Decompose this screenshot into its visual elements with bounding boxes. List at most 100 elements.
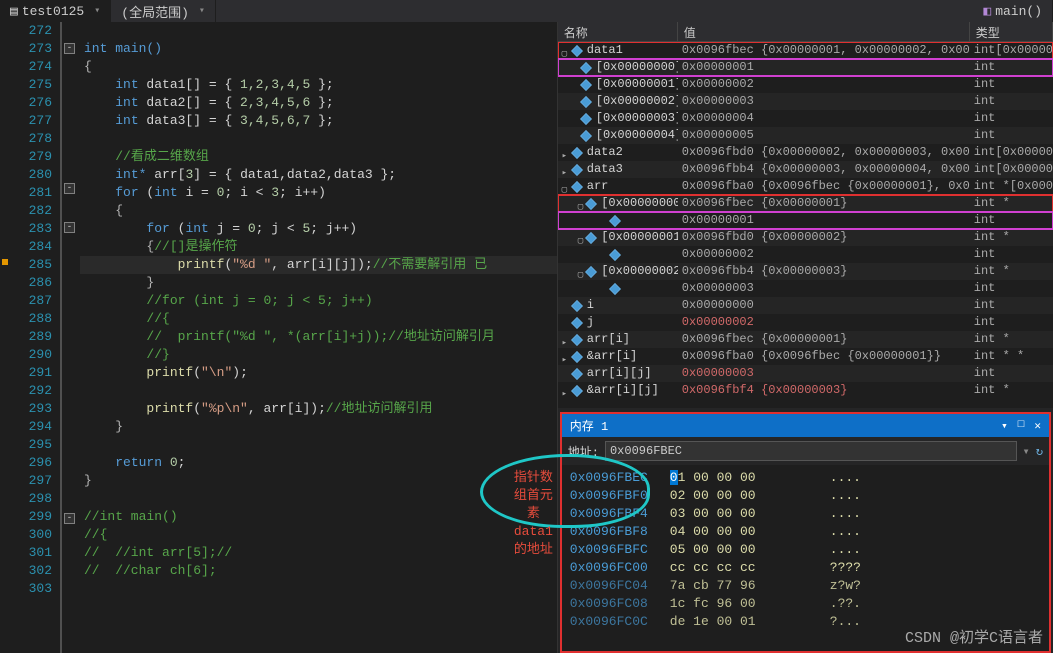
watch-row[interactable]: [0x00000000]0x00000001int xyxy=(558,59,1053,76)
expander-icon[interactable] xyxy=(598,250,607,259)
watch-row[interactable]: ▸data20x0096fbd0 {0x00000002, 0x00000003… xyxy=(558,144,1053,161)
var-type: int * xyxy=(970,195,1053,212)
watch-row[interactable]: ▸arr[i]0x0096fbec {0x00000001}int * xyxy=(558,331,1053,348)
var-name: [0x00000003] xyxy=(596,110,678,127)
mem-addr: 0x0096FBEC xyxy=(570,469,670,487)
var-value: 0x00000001 xyxy=(678,212,970,229)
fold-toggle[interactable]: - xyxy=(64,183,75,194)
expander-icon[interactable] xyxy=(560,369,569,378)
watch-row[interactable]: ▢[0x00000000]0x0096fbec {0x00000001}int … xyxy=(558,195,1053,212)
watch-row[interactable]: 0x00000001int xyxy=(558,212,1053,229)
memory-body[interactable]: 0x0096FBEC 01 00 00 00 ....0x0096FBF0 02… xyxy=(562,465,1049,635)
code-area[interactable]: int main() { int data1[] = { 1,2,3,4,5 }… xyxy=(80,22,557,653)
fold-toggle[interactable]: - xyxy=(64,222,75,233)
memory-line[interactable]: 0x0096FBF4 03 00 00 00 .... xyxy=(570,505,1041,523)
watch-row[interactable]: [0x00000001]0x00000002int xyxy=(558,76,1053,93)
watch-col-value[interactable]: 值 xyxy=(678,22,970,41)
variable-icon xyxy=(571,147,583,159)
window-maximize-icon[interactable]: □ xyxy=(1018,419,1025,433)
tab-scope-label: (全局范围) xyxy=(121,2,189,21)
fold-toggle[interactable]: - xyxy=(64,43,75,54)
watch-row[interactable]: ▢data10x0096fbec {0x00000001, 0x00000002… xyxy=(558,42,1053,59)
fold-gutter: - - - - xyxy=(62,22,80,653)
breakpoint-icon[interactable] xyxy=(2,259,8,265)
var-type: int xyxy=(970,93,1053,110)
watch-row[interactable]: arr[i][j]0x00000003int xyxy=(558,365,1053,382)
watch-row[interactable]: 0x00000002int xyxy=(558,246,1053,263)
mem-ascii: .??. xyxy=(830,595,861,613)
expander-icon[interactable]: ▸ xyxy=(560,335,569,344)
var-type: int * xyxy=(970,229,1053,246)
chevron-down-icon[interactable]: ▾ xyxy=(199,5,205,17)
variable-icon xyxy=(609,215,621,227)
memory-line[interactable]: 0x0096FBF0 02 00 00 00 .... xyxy=(570,487,1041,505)
tab-scope[interactable]: (全局范围) ▾ xyxy=(111,0,216,22)
memory-line[interactable]: 0x0096FBFC 05 00 00 00 .... xyxy=(570,541,1041,559)
expander-icon[interactable]: ▢ xyxy=(578,233,583,242)
watch-row[interactable]: ▢[0x00000001]0x0096fbd0 {0x00000002}int … xyxy=(558,229,1053,246)
var-type: int xyxy=(970,297,1053,314)
refresh-icon[interactable]: ↻ xyxy=(1036,444,1043,459)
watch-row[interactable]: [0x00000002]0x00000003int xyxy=(558,93,1053,110)
expander-icon[interactable]: ▸ xyxy=(560,352,569,361)
watch-col-type[interactable]: 类型 xyxy=(970,22,1053,41)
memory-line[interactable]: 0x0096FC08 1c fc 96 00 .??. xyxy=(570,595,1041,613)
expander-icon[interactable]: ▢ xyxy=(560,46,569,55)
mem-ascii: .... xyxy=(830,469,861,487)
expander-icon[interactable] xyxy=(598,216,607,225)
expander-icon[interactable]: ▢ xyxy=(578,267,583,276)
window-close-icon[interactable]: ✕ xyxy=(1034,419,1041,433)
function-icon: ◧ xyxy=(983,4,991,19)
watch-row[interactable]: ▸&arr[i]0x0096fba0 {0x0096fbec {0x000000… xyxy=(558,348,1053,365)
expander-icon[interactable]: ▸ xyxy=(560,386,569,395)
expander-icon[interactable] xyxy=(598,284,607,293)
watch-row[interactable]: i0x00000000int xyxy=(558,297,1053,314)
memory-line[interactable]: 0x0096FBF8 04 00 00 00 .... xyxy=(570,523,1041,541)
watch-row[interactable]: j0x00000002int xyxy=(558,314,1053,331)
watch-row[interactable]: [0x00000004]0x00000005int xyxy=(558,127,1053,144)
memory-line[interactable]: 0x0096FC0C de 1e 00 01 ?... xyxy=(570,613,1041,631)
dropdown-icon[interactable]: ▾ xyxy=(1023,444,1030,459)
var-value: 0x0096fbd0 {0x00000002, 0x00000003, 0x00… xyxy=(678,144,970,161)
memory-addr-input[interactable] xyxy=(605,441,1017,461)
tab-file[interactable]: ▤test0125▾ xyxy=(0,0,111,22)
expander-icon[interactable]: ▸ xyxy=(560,165,569,174)
expander-icon[interactable] xyxy=(560,318,569,327)
var-value: 0x00000003 xyxy=(678,365,970,382)
var-name: arr[i] xyxy=(587,331,630,348)
fold-toggle[interactable]: - xyxy=(64,513,75,524)
var-type: int xyxy=(970,59,1053,76)
watch-row[interactable]: ▢arr0x0096fba0 {0x0096fbec {0x00000001},… xyxy=(558,178,1053,195)
top-tab-bar: ▤test0125▾ (全局范围) ▾ ◧main() xyxy=(0,0,1053,22)
watch-row[interactable]: ▢[0x00000002]0x0096fbb4 {0x00000003}int … xyxy=(558,263,1053,280)
memory-line[interactable]: 0x0096FC04 7a cb 77 96 z?w? xyxy=(570,577,1041,595)
watch-row[interactable]: ▸&arr[i][j]0x0096fbf4 {0x00000003}int * xyxy=(558,382,1053,399)
tab-func[interactable]: ◧main() xyxy=(973,0,1053,22)
mem-bytes: 1c fc 96 00 xyxy=(670,595,830,613)
var-type: int * * xyxy=(970,348,1053,365)
var-type: int[0x00000 xyxy=(970,161,1053,178)
var-name: [0x00000002] xyxy=(596,93,678,110)
window-dropdown-icon[interactable]: ▾ xyxy=(1001,419,1008,433)
expander-icon[interactable]: ▢ xyxy=(560,182,569,191)
var-name: [0x00000000] xyxy=(601,195,678,212)
mem-addr: 0x0096FC04 xyxy=(570,577,670,595)
memory-line[interactable]: 0x0096FBEC 01 00 00 00 .... xyxy=(570,469,1041,487)
watch-row[interactable]: 0x00000003int xyxy=(558,280,1053,297)
mem-addr: 0x0096FBF8 xyxy=(570,523,670,541)
expander-icon[interactable] xyxy=(560,301,569,310)
var-value: 0x00000003 xyxy=(678,93,970,110)
chevron-down-icon[interactable]: ▾ xyxy=(94,5,100,17)
mem-bytes: de 1e 00 01 xyxy=(670,613,830,631)
memory-title-bar[interactable]: 内存 1 ▾□✕ xyxy=(562,414,1049,437)
watch-panel[interactable]: ▢data10x0096fbec {0x00000001, 0x00000002… xyxy=(558,42,1053,408)
expander-icon[interactable]: ▸ xyxy=(560,148,569,157)
watch-row[interactable]: [0x00000003]0x00000004int xyxy=(558,110,1053,127)
var-value: 0x00000004 xyxy=(678,110,970,127)
memory-line[interactable]: 0x0096FC00 cc cc cc cc ???? xyxy=(570,559,1041,577)
watch-col-name[interactable]: 名称 xyxy=(558,22,678,41)
var-name: j xyxy=(587,314,594,331)
expander-icon[interactable]: ▢ xyxy=(578,199,583,208)
watch-row[interactable]: ▸data30x0096fbb4 {0x00000003, 0x00000004… xyxy=(558,161,1053,178)
code-editor[interactable]: 272 273 274 275 276 277 278 279 280 281 … xyxy=(0,22,558,653)
